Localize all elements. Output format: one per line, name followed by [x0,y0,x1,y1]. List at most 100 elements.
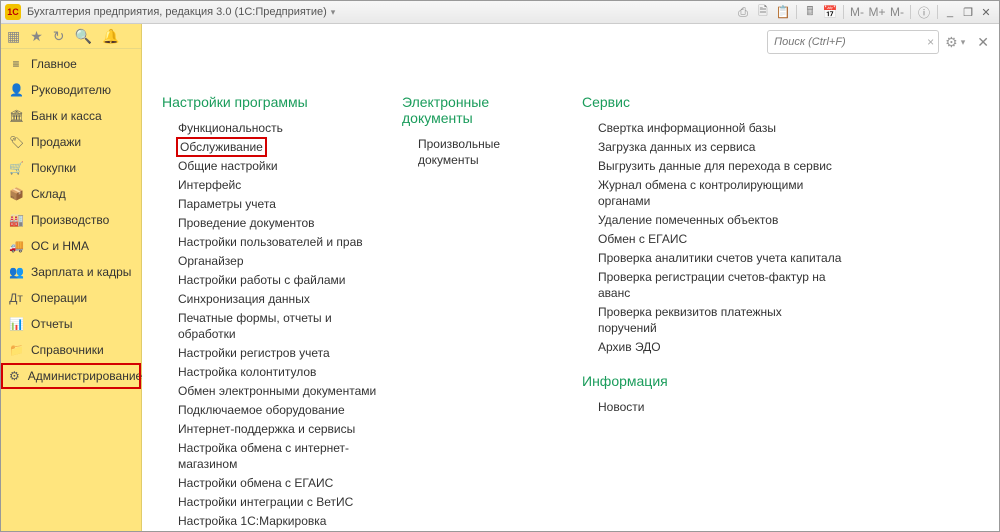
nav-icon: 🏛 [9,109,23,123]
nav-item-4[interactable]: 🛒Покупки [1,155,141,181]
sidebar-top-toolbar: ▦ ★ ↻ 🔍 🔔 [1,24,141,49]
app-logo: 1С [5,4,21,20]
nav-icon: 🚚 [9,239,23,253]
nav-item-11[interactable]: 📁 Справочники [1,337,141,363]
section-title-info: Информация [582,373,842,389]
doc-icon[interactable]: 🗎 [754,3,772,21]
link-item[interactable]: Настройка 1С:Маркировка [178,513,382,529]
nav-label: Справочники [31,343,104,357]
nav-icon: 📊 [9,317,23,331]
nav-label: Зарплата и кадры [31,265,131,279]
section-title-edocs: Электронные документы [402,94,562,126]
link-item[interactable]: Органайзер [178,253,382,269]
nav-icon: ⚙ [9,369,20,383]
link-item[interactable]: Новости [598,399,842,415]
nav-label: Отчеты [31,317,72,331]
nav-item-2[interactable]: 🏛 Банк и касса [1,103,141,129]
titlebar: 1С Бухгалтерия предприятия, редакция 3.0… [1,1,999,24]
link-item[interactable]: Удаление помеченных объектов [598,212,842,228]
link-item[interactable]: Подключаемое оборудование [178,402,382,418]
nav-item-12[interactable]: ⚙ Администрирование [1,363,141,389]
link-item[interactable]: Журнал обмена с контролирующими органами [598,177,842,209]
link-item[interactable]: Выгрузить данные для перехода в сервис [598,158,842,174]
link-item[interactable]: Свертка информационной базы [598,120,842,136]
nav-label: Банк и касса [31,109,102,123]
link-item[interactable]: Проведение документов [178,215,382,231]
apps-icon[interactable]: ▦ [7,28,20,45]
nav-icon: ≡ [9,57,23,71]
maximize-button[interactable]: ❐ [959,6,977,19]
link-item[interactable]: Интернет-поддержка и сервисы [178,421,382,437]
link-item[interactable]: Синхронизация данных [178,291,382,307]
nav-item-10[interactable]: 📊 Отчеты [1,311,141,337]
section-title-program-settings: Настройки программы [162,94,382,110]
clipboard-icon[interactable]: 📋 [774,3,792,21]
nav-label: Главное [31,57,77,71]
content-area: × ⚙ ▾ ✕ Настройки программы Функциональн… [142,24,999,532]
search-icon[interactable]: 🔍 [75,28,92,45]
link-item[interactable]: Произвольные документы [418,136,562,168]
search-input[interactable] [768,36,923,48]
link-item[interactable]: Общие настройки [178,158,382,174]
link-item[interactable]: Архив ЭДО [598,339,842,355]
link-item[interactable]: Проверка реквизитов платежных поручений [598,304,842,336]
link-item[interactable]: Параметры учета [178,196,382,212]
nav-item-7[interactable]: 🚚 ОС и НМА [1,233,141,259]
link-item[interactable]: Настройки пользователей и прав [178,234,382,250]
minimize-button[interactable]: _ [941,6,959,18]
link-item[interactable]: Обмен с ЕГАИС [598,231,842,247]
nav-label: Администрирование [28,369,142,383]
link-item[interactable]: Настройка колонтитулов [178,364,382,380]
close-panel-icon[interactable]: ✕ [977,34,989,51]
settings-icon[interactable]: ⚙ [945,34,958,51]
nav-label: ОС и НМА [31,239,89,253]
nav-item-6[interactable]: 🏭Производство [1,207,141,233]
link-item[interactable]: Проверка регистрации счетов-фактур на ав… [598,269,842,301]
link-item[interactable]: Настройки работы с файлами [178,272,382,288]
m-minus-button[interactable]: M- [848,3,866,21]
calc-icon[interactable]: 🖩 [801,3,819,21]
nav: ≡ Главное 👤Руководителю 🏛 Банк и касса 🏷 Прода… [1,49,141,389]
nav-label: Покупки [31,161,76,175]
nav-label: Склад [31,187,66,201]
notifications-icon[interactable]: 🔔 [102,28,119,45]
link-item[interactable]: Функциональность [178,120,382,136]
link-item[interactable]: Обмен электронными документами [178,383,382,399]
link-item[interactable]: Загрузка данных из сервиса [598,139,842,155]
link-item[interactable]: Настройки обмена с ЕГАИС [178,475,382,491]
nav-item-5[interactable]: 📦 Склад [1,181,141,207]
nav-icon: 📦 [9,187,23,201]
link-item[interactable]: Интерфейс [178,177,382,193]
link-item[interactable]: Обслуживание [178,139,265,155]
nav-label: Продажи [31,135,81,149]
link-item[interactable]: Проверка аналитики счетов учета капитала [598,250,842,266]
info-icon[interactable]: ⓘ [915,3,933,21]
print-icon[interactable]: ⎙ [734,3,752,21]
nav-item-3[interactable]: 🏷 Продажи [1,129,141,155]
nav-icon: 👤 [9,83,23,97]
m-plus-button[interactable]: M+ [868,3,886,21]
window-title: Бухгалтерия предприятия, редакция 3.0 (1… [27,6,327,18]
nav-icon: 📁 [9,343,23,357]
title-dropdown-icon[interactable]: ▾ [331,7,336,18]
sidebar: ▦ ★ ↻ 🔍 🔔 ≡ Главное 👤Руководителю 🏛 Банк и к… [1,24,142,532]
nav-label: Операции [31,291,87,305]
section-title-service: Сервис [582,94,842,110]
m-clear-button[interactable]: M- [888,3,906,21]
nav-item-9[interactable]: ДтОперации [1,285,141,311]
settings-dropdown-icon[interactable]: ▾ [961,37,966,48]
nav-item-1[interactable]: 👤Руководителю [1,77,141,103]
search-clear-icon[interactable]: × [923,35,938,49]
nav-item-0[interactable]: ≡ Главное [1,51,141,77]
nav-item-8[interactable]: 👥Зарплата и кадры [1,259,141,285]
link-item[interactable]: Настройки интеграции с ВетИС [178,494,382,510]
link-item[interactable]: Настройка обмена с интернет-магазином [178,440,382,472]
link-item[interactable]: Печатные формы, отчеты и обработки [178,310,382,342]
close-button[interactable]: ✕ [977,6,995,19]
history-icon[interactable]: ↻ [53,28,65,45]
search-box[interactable]: × [767,30,939,54]
nav-icon: 🏷 [9,135,23,149]
link-item[interactable]: Настройки регистров учета [178,345,382,361]
favorites-icon[interactable]: ★ [30,28,43,45]
calendar-icon[interactable]: 📅 [821,3,839,21]
